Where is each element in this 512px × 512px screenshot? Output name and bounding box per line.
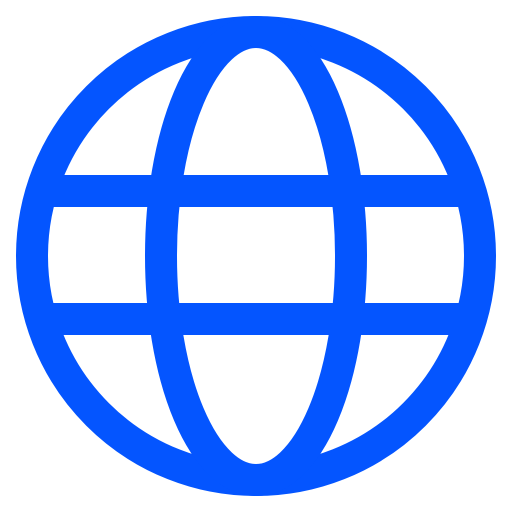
globe-meridian-ellipse: [145, 16, 367, 496]
icon-canvas: [0, 0, 512, 512]
globe-icon: [16, 16, 496, 496]
globe-outer-circle: [16, 16, 496, 496]
